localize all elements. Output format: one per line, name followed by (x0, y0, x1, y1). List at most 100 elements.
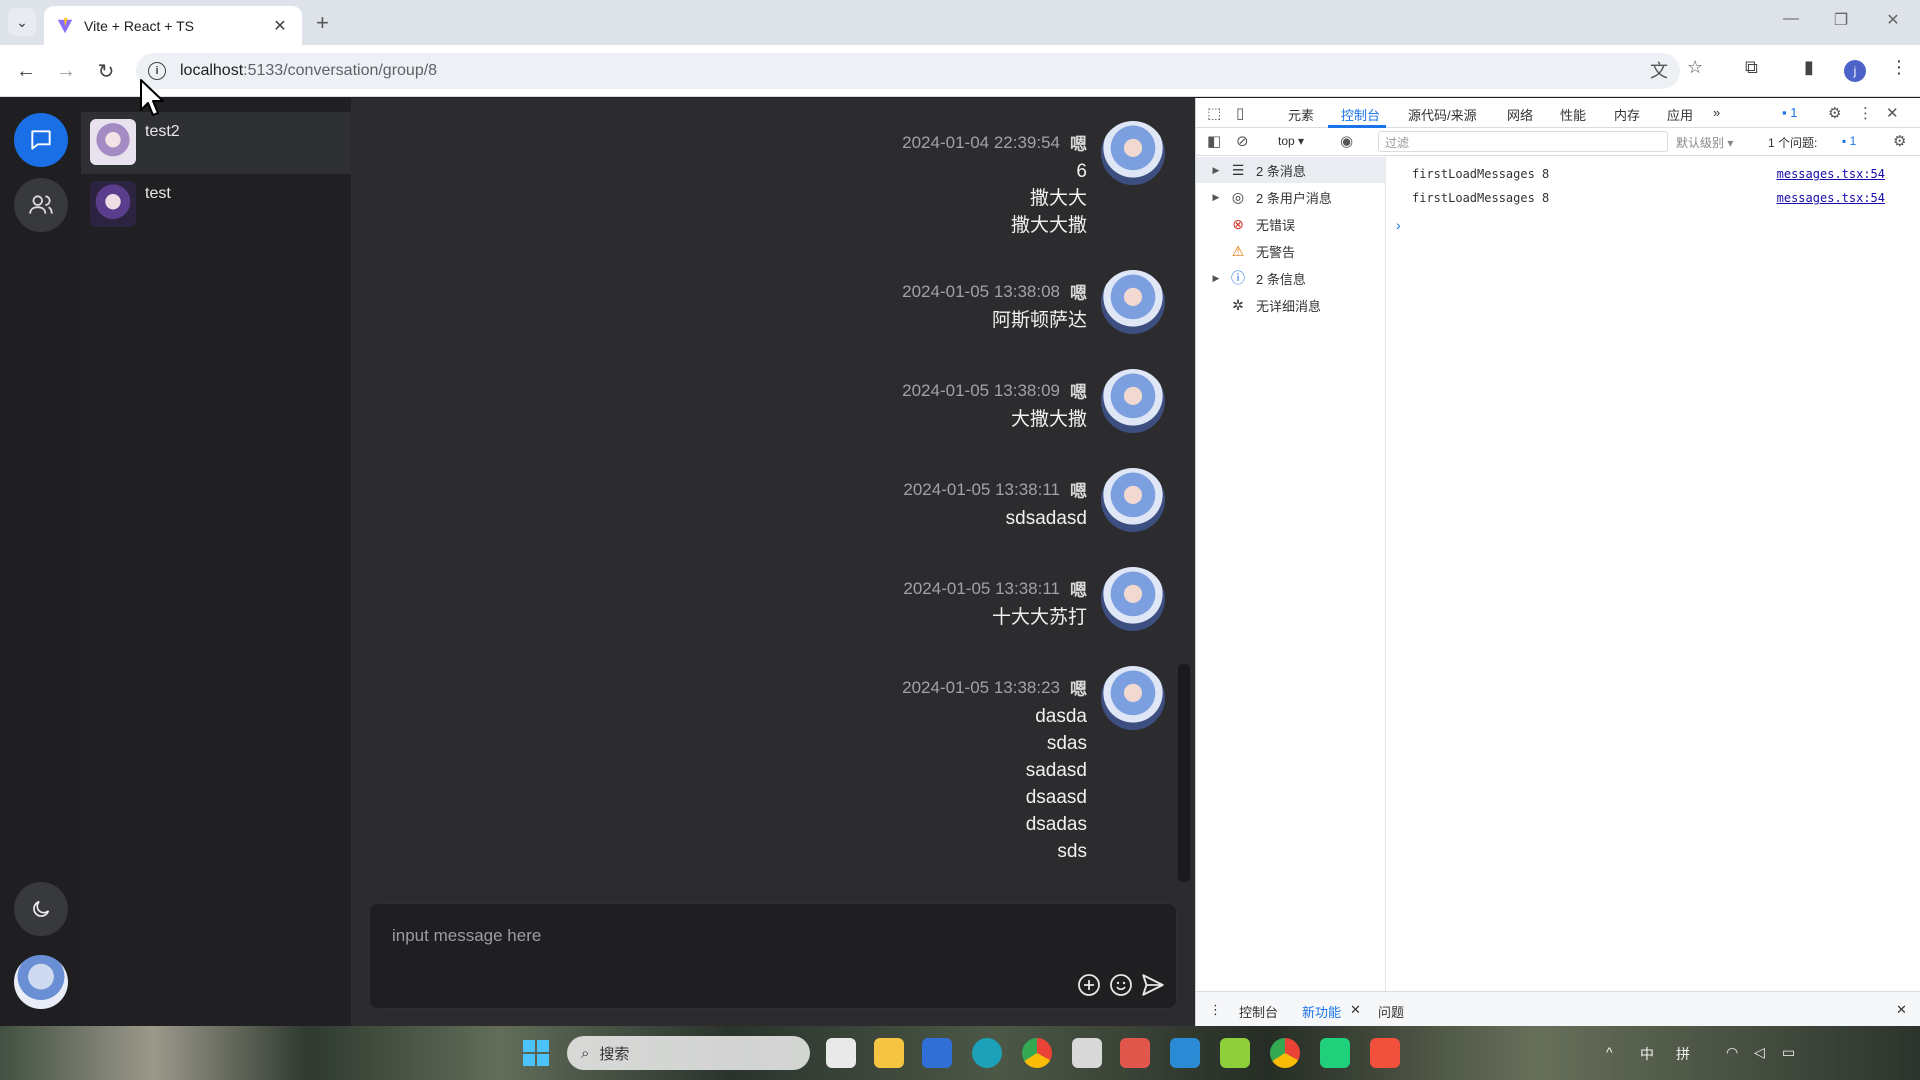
tab-sources[interactable]: 源代码/来源 (1408, 105, 1477, 124)
sidebar-item-errors[interactable]: ⊗ 无错误 (1196, 211, 1386, 237)
inspect-element-icon[interactable]: ⬚ (1207, 104, 1221, 122)
live-expression-eye-icon[interactable]: ◉ (1340, 132, 1353, 150)
forward-icon[interactable]: → (52, 57, 80, 85)
drawer-tab-console[interactable]: 控制台 (1239, 1002, 1278, 1021)
console-settings-icon[interactable]: ⚙ (1893, 132, 1906, 150)
close-drawer-tab-icon[interactable]: ✕ (1350, 1002, 1361, 1018)
sidebar-toggle-icon[interactable]: ◧ (1207, 132, 1221, 150)
issues-count-button[interactable]: ▪ 1 (1842, 134, 1856, 148)
b-app-icon[interactable] (1220, 1038, 1250, 1068)
chrome-dev-icon[interactable] (1270, 1038, 1300, 1068)
sidebar-item-messages[interactable]: ▶ ☰ 2 条消息 (1196, 157, 1386, 183)
app-tile-icon[interactable] (1120, 1038, 1150, 1068)
current-user-avatar[interactable] (14, 955, 68, 1009)
taskbar-search-label: 搜索 (599, 1045, 630, 1063)
profile-avatar[interactable]: j (1844, 60, 1866, 82)
message: 2024-01-05 13:38:11 嗯 十大大苏打 (665, 567, 1165, 646)
contacts-nav-button[interactable] (14, 178, 68, 232)
extensions-icon[interactable]: ⧉ (1745, 57, 1758, 78)
browser-menu-icon[interactable]: ⋮ (1890, 57, 1908, 78)
conversation-item[interactable]: test2 (81, 112, 351, 174)
browser-tab-active[interactable]: Vite + React + TS ✕ (44, 6, 302, 45)
message-input[interactable]: input message here (392, 926, 541, 946)
ime-pinyin[interactable]: 拼 (1676, 1044, 1690, 1064)
sidebar-item-label: 2 条消息 (1256, 163, 1306, 179)
side-panel-icon[interactable]: ▮ (1804, 57, 1814, 78)
issues-badge[interactable]: ▪ 1 (1782, 105, 1797, 120)
address-bar[interactable]: i localhost:5133/conversation/group/8 (136, 53, 1680, 89)
wifi-icon[interactable]: ◠ (1726, 1044, 1738, 1061)
message-avatar[interactable] (1101, 121, 1165, 185)
message-composer[interactable]: input message here (369, 903, 1177, 1009)
edge-icon[interactable] (972, 1038, 1002, 1068)
console-prompt-chevron-icon[interactable]: › (1396, 217, 1401, 233)
message-body: dasda sdas sadasd dsaasd dsadas sds (1026, 703, 1087, 865)
draw-tool-icon[interactable] (1072, 1038, 1102, 1068)
chrome-icon[interactable] (1022, 1038, 1052, 1068)
send-icon[interactable] (1140, 972, 1166, 998)
drawer-tab-whats-new[interactable]: 新功能 (1302, 1002, 1341, 1021)
volume-icon[interactable]: ◁ (1754, 1044, 1765, 1061)
message-avatar[interactable] (1101, 666, 1165, 730)
translate-icon[interactable]: 文 (1650, 57, 1668, 83)
ime-mode[interactable]: 中 (1640, 1044, 1654, 1064)
sidebar-item-info[interactable]: ▶ ⓘ 2 条信息 (1196, 265, 1386, 291)
file-explorer-icon[interactable] (874, 1038, 904, 1068)
chat-scrollbar[interactable] (1178, 664, 1190, 882)
store-icon[interactable] (922, 1038, 952, 1068)
sidebar-item-user-messages[interactable]: ▶ ◎ 2 条用户消息 (1196, 184, 1386, 210)
tab-memory[interactable]: 内存 (1614, 105, 1640, 124)
devtools-menu-icon[interactable]: ⋮ (1858, 104, 1873, 122)
close-devtools-icon[interactable]: ✕ (1886, 104, 1899, 122)
sidebar-item-warnings[interactable]: ⚠ 无警告 (1196, 238, 1386, 264)
add-attachment-icon[interactable] (1076, 972, 1102, 998)
console-filter-input[interactable]: 过滤 (1378, 131, 1668, 152)
task-view-icon[interactable] (826, 1038, 856, 1068)
context-selector[interactable]: top ▾ (1278, 134, 1304, 148)
bookmark-star-icon[interactable]: ☆ (1687, 57, 1703, 78)
device-toolbar-icon[interactable]: ▯ (1236, 104, 1244, 122)
close-window-icon[interactable]: ✕ (1878, 10, 1908, 30)
windows-start-icon[interactable] (522, 1039, 550, 1067)
conversation-item[interactable]: test (81, 174, 351, 236)
taskbar-search[interactable]: ⌕ 搜索 (567, 1036, 810, 1070)
tab-console[interactable]: 控制台 (1341, 105, 1380, 124)
devtools-drawer: ⋮ 控制台 新功能 ✕ 问题 ✕ (1196, 991, 1920, 1026)
close-drawer-icon[interactable]: ✕ (1896, 1002, 1907, 1018)
console-log-row: firstLoadMessages 8 messages.tsx:54 (1386, 162, 1920, 186)
battery-icon[interactable]: ▭ (1782, 1044, 1795, 1061)
minimize-window-icon[interactable]: — (1776, 10, 1806, 28)
log-source-link[interactable]: messages.tsx:54 (1777, 167, 1885, 181)
drawer-menu-icon[interactable]: ⋮ (1209, 1002, 1222, 1018)
message-avatar[interactable] (1101, 468, 1165, 532)
new-tab-button[interactable]: + (316, 10, 329, 36)
settings-gear-icon[interactable]: ⚙ (1828, 104, 1841, 122)
tab-elements[interactable]: 元素 (1288, 105, 1314, 124)
tab-network[interactable]: 网络 (1507, 105, 1533, 124)
theme-toggle-button[interactable] (14, 882, 68, 936)
sidebar-item-verbose[interactable]: ✲ 无详细消息 (1196, 292, 1386, 318)
tab-application[interactable]: 应用 (1667, 105, 1693, 124)
more-tabs-icon[interactable]: » (1713, 105, 1720, 120)
c-app-red-icon[interactable] (1370, 1038, 1400, 1068)
message-avatar[interactable] (1101, 567, 1165, 631)
emoji-icon[interactable] (1108, 972, 1134, 998)
close-tab-icon[interactable]: ✕ (270, 16, 290, 36)
message-avatar[interactable] (1101, 369, 1165, 433)
chat-nav-button[interactable] (14, 113, 68, 167)
tray-chevron-icon[interactable]: ^ (1606, 1044, 1613, 1060)
tab-performance[interactable]: 性能 (1560, 105, 1586, 124)
back-icon[interactable]: ← (12, 57, 40, 85)
tab-title: Vite + React + TS (84, 17, 194, 34)
drawer-tab-issues[interactable]: 问题 (1378, 1002, 1404, 1021)
log-source-link[interactable]: messages.tsx:54 (1777, 191, 1885, 205)
moon-icon (33, 900, 50, 917)
reload-icon[interactable]: ↻ (92, 57, 120, 85)
maximize-window-icon[interactable]: ❐ (1826, 10, 1856, 30)
tab-search-button[interactable]: ⌄ (8, 8, 36, 36)
message-avatar[interactable] (1101, 270, 1165, 334)
vscode-icon[interactable] (1170, 1038, 1200, 1068)
clear-console-icon[interactable]: ⊘ (1236, 132, 1249, 150)
log-level-select[interactable]: 默认级别 ▾ (1676, 134, 1733, 151)
c-app-icon[interactable] (1320, 1038, 1350, 1068)
